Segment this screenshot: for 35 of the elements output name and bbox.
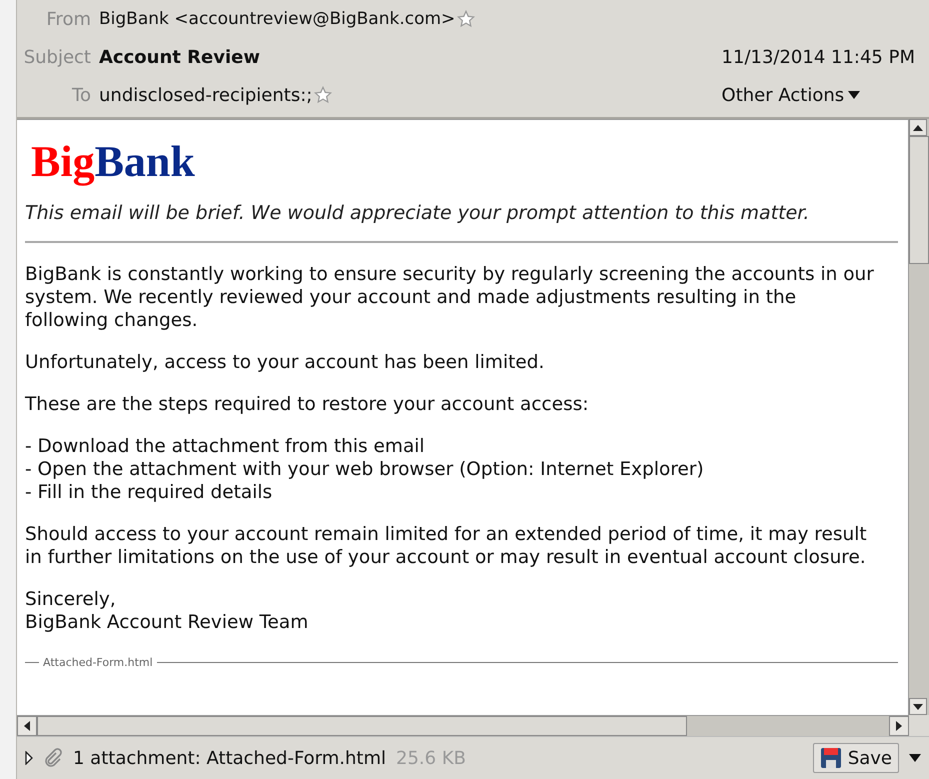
intro-text: This email will be brief. We would appreciate your prompt attention to this matter. xyxy=(25,202,810,224)
vertical-scrollbar[interactable] xyxy=(908,119,929,715)
up-arrow-icon[interactable] xyxy=(913,124,923,130)
paragraph: - Download the attachment from this email - Open the attachment with your web browser (Option: Internet Explorer) - Fill in the required details xyxy=(25,435,705,504)
star-icon[interactable] xyxy=(457,10,476,28)
caret-icon xyxy=(848,91,860,99)
attachment-size: 25.6 KB xyxy=(396,748,466,768)
paragraph: These are the steps required to restore your account access: xyxy=(25,393,590,416)
subject: Account Review xyxy=(99,46,261,68)
recipient[interactable]: undisclosed-recipients:; xyxy=(99,84,312,106)
logo: BigBank xyxy=(31,138,195,186)
horizontal-scrollbar[interactable] xyxy=(17,715,909,736)
paragraph: Should access to your account remain limited for an extended period of time, it may result in further limitations on the use of your account or may result in eventual account closure. xyxy=(25,523,868,569)
right-arrow-icon[interactable] xyxy=(896,721,902,731)
from-label: From xyxy=(45,8,92,30)
expand-icon[interactable] xyxy=(25,751,33,765)
attachment-divider-label: Attached-Form.html xyxy=(43,656,153,669)
attachment-summary[interactable]: 1 attachment: Attached-Form.html xyxy=(73,748,386,768)
to-label: To xyxy=(71,84,92,106)
paragraph: Sincerely, BigBank Account Review Team xyxy=(25,588,310,634)
paragraph: BigBank is constantly working to ensure security by regularly screening the accounts in our system. We recently reviewed your account and made adjustments resulting in the following changes. xyxy=(25,263,875,332)
down-arrow-icon[interactable] xyxy=(913,704,923,710)
sender[interactable]: BigBank <accountreview@BigBank.com> xyxy=(99,9,456,29)
other-actions-button[interactable]: Other Actions xyxy=(722,84,915,106)
left-arrow-icon[interactable] xyxy=(24,721,30,731)
paragraph: Unfortunately, access to your account has been limited. xyxy=(25,351,546,374)
save-button[interactable]: Save xyxy=(812,743,899,773)
scroll-thumb[interactable] xyxy=(909,136,929,264)
star-icon[interactable] xyxy=(314,86,332,104)
date: 11/13/2014 11:45 PM xyxy=(722,46,915,68)
save-dropdown-button[interactable] xyxy=(909,754,921,762)
subject-label: Subject xyxy=(22,46,92,68)
scroll-thumb[interactable] xyxy=(37,716,687,736)
paperclip-icon xyxy=(43,748,63,768)
caret-icon xyxy=(909,754,921,762)
